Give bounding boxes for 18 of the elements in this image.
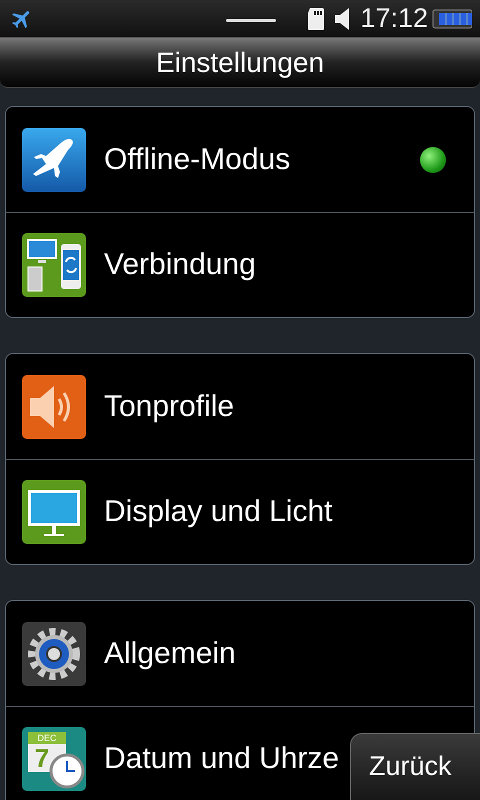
item-label[interactable]: Tonprofile <box>104 392 234 422</box>
airplane-icon <box>22 128 86 192</box>
item-label[interactable]: Offline-Modus <box>104 144 290 174</box>
memory-card-icon <box>306 6 326 30</box>
item-label[interactable]: Verbindung <box>104 250 256 280</box>
item-label[interactable]: Allgemein <box>104 638 236 668</box>
gear-icon <box>22 622 86 686</box>
devices-icon <box>22 233 86 297</box>
monitor-icon <box>22 480 86 544</box>
screen-title: Einstellungen <box>156 48 324 76</box>
speaker-icon <box>22 374 86 438</box>
clock-time: 17:12 <box>360 5 428 32</box>
calendar-clock-icon: DEC 7 <box>22 727 86 791</box>
battery-icon <box>432 8 472 30</box>
back-button[interactable]: Zurück <box>350 733 480 800</box>
item-label[interactable]: Datum und Uhrze <box>104 744 340 774</box>
item-label[interactable]: Display und Licht <box>104 497 332 527</box>
drag-handle-icon[interactable] <box>226 19 276 22</box>
